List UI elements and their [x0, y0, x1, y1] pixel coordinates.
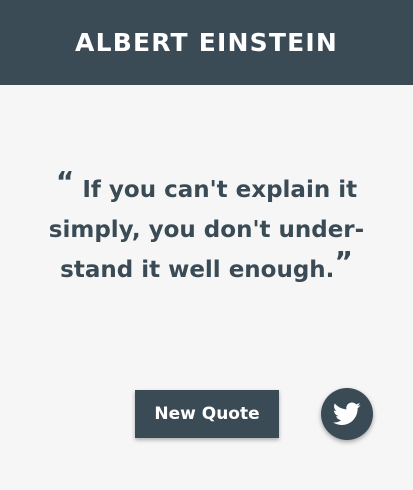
author-title: ALBERT EINSTEIN — [75, 28, 338, 57]
quote-line-1-text: If you can't explain it — [82, 177, 358, 203]
tweet-button[interactable] — [321, 388, 373, 440]
quote-line-1: “ If you can't explain it — [0, 168, 413, 210]
close-quote-mark: ” — [334, 245, 353, 278]
app-header: ALBERT EINSTEIN — [0, 0, 413, 85]
twitter-bird-icon — [333, 402, 361, 425]
open-quote-mark: “ — [55, 165, 75, 198]
new-quote-label: New Quote — [154, 404, 260, 424]
quote-text: “ If you can't explain it simply, you do… — [0, 168, 413, 290]
new-quote-button[interactable]: New Quote — [135, 390, 279, 438]
quote-line-3-text: stand it well enough. — [60, 257, 335, 283]
quote-line-2: simply, you don't under- — [48, 217, 365, 243]
quote-line-3: stand it well enough.” — [0, 248, 413, 290]
